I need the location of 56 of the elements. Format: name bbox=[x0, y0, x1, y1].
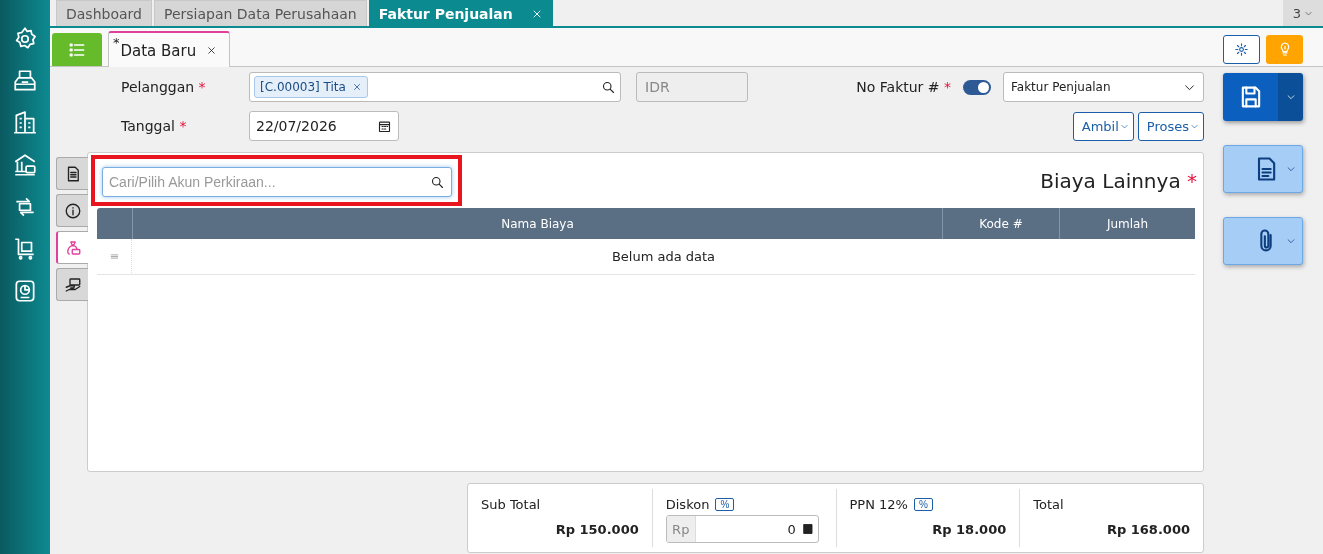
side-tab[interactable] bbox=[56, 194, 88, 227]
building-icon[interactable] bbox=[12, 110, 38, 136]
currency-field: IDR bbox=[636, 72, 748, 102]
invoice-type-select[interactable]: Faktur Penjualan bbox=[1003, 72, 1204, 102]
tab-label: Data Baru bbox=[120, 42, 197, 60]
summary-label: Sub Total bbox=[481, 497, 542, 512]
side-tab[interactable] bbox=[56, 268, 88, 301]
chevron-down-icon bbox=[1285, 92, 1296, 102]
summary-value: Rp 18.000 bbox=[931, 522, 1007, 537]
side-tab[interactable] bbox=[56, 157, 88, 190]
customer-field[interactable]: [C.00003] Tita bbox=[249, 72, 621, 102]
panel-title: Biaya Lainnya * bbox=[1040, 168, 1197, 193]
summary-value: Rp 150.000 bbox=[554, 522, 639, 537]
attachment-menu-button[interactable] bbox=[1223, 217, 1303, 265]
dropdown-button[interactable]: Proses bbox=[1137, 111, 1204, 141]
customer-tag[interactable]: [C.00003] Tita bbox=[254, 76, 368, 98]
modified-mark: * bbox=[113, 35, 120, 50]
chevron-down-icon bbox=[1286, 236, 1296, 246]
date-field[interactable]: 22/07/2026 bbox=[249, 111, 399, 141]
close-icon bbox=[206, 44, 218, 56]
field-label: Pelanggan * bbox=[121, 79, 207, 95]
printer-icon[interactable] bbox=[12, 68, 38, 94]
column-header: Jumlah bbox=[1059, 208, 1195, 239]
tab-overflow-dropdown[interactable]: 3 bbox=[1283, 0, 1323, 26]
page-tab[interactable]: Persiapan Data Perusahaan bbox=[153, 0, 367, 26]
column-header: Nama Biaya bbox=[132, 208, 942, 239]
search-icon bbox=[430, 174, 445, 190]
chevron-down-icon bbox=[1286, 164, 1296, 174]
settings-button[interactable] bbox=[1223, 34, 1260, 64]
search-icon bbox=[601, 79, 616, 95]
remove-icon bbox=[351, 82, 362, 92]
page-tab[interactable]: Dashboard bbox=[56, 0, 152, 26]
summary-label: PPN 12% bbox=[849, 497, 908, 512]
page-tab[interactable]: Faktur Penjualan bbox=[368, 0, 553, 26]
report-icon[interactable] bbox=[12, 278, 38, 304]
auto-number-toggle[interactable] bbox=[963, 79, 991, 95]
calendar-icon bbox=[377, 118, 392, 134]
hand-card-icon bbox=[63, 275, 82, 294]
info-icon bbox=[63, 201, 82, 220]
table-header bbox=[97, 208, 132, 239]
document-tab[interactable]: *Data Baru bbox=[108, 31, 231, 67]
unit-toggle[interactable]: % bbox=[715, 498, 735, 511]
settings-icon bbox=[1234, 41, 1249, 57]
summary-label: Total bbox=[1033, 497, 1065, 512]
field-label: Tanggal * bbox=[121, 118, 188, 134]
summary-value: Rp 168.000 bbox=[1105, 522, 1190, 537]
save-button[interactable] bbox=[1223, 73, 1278, 121]
unit-toggle[interactable]: % bbox=[913, 498, 933, 511]
bank-icon[interactable] bbox=[12, 152, 38, 178]
summary-label: Diskon bbox=[665, 497, 710, 512]
field-label: No Faktur # * bbox=[856, 79, 951, 95]
dropdown-button[interactable]: Ambil bbox=[1072, 111, 1134, 141]
document-menu-button[interactable] bbox=[1223, 145, 1303, 193]
discount-field[interactable]: Rp 0 bbox=[665, 515, 819, 543]
money-bag-icon bbox=[64, 238, 82, 257]
column-header: Kode # bbox=[942, 208, 1059, 239]
